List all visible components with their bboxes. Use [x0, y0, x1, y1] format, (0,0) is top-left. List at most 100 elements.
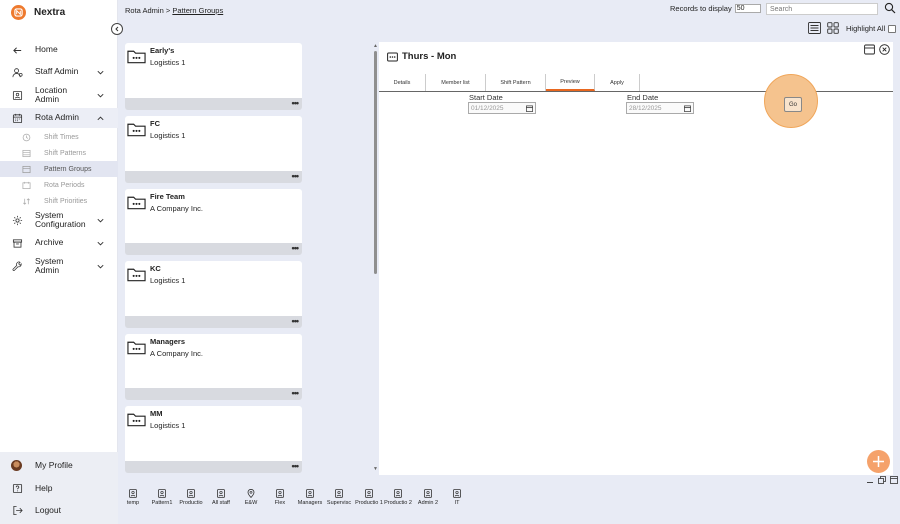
badge-icon — [365, 489, 373, 498]
tab-preview[interactable]: Preview — [546, 74, 595, 91]
card-footer: ••• — [125, 461, 302, 473]
tray-label: All staff — [212, 500, 230, 506]
tray-label: Productio 2 — [384, 500, 412, 506]
records-input[interactable]: 50 — [734, 4, 761, 13]
chevron-down-icon — [97, 264, 104, 268]
start-date-label: Start Date — [469, 93, 503, 102]
tray-item[interactable]: Managers — [295, 489, 325, 507]
sidebar-subitem-shift-times[interactable]: Shift Times — [0, 129, 118, 145]
card-name: Managers — [150, 337, 186, 346]
restore-icon[interactable] — [878, 476, 886, 484]
badge-icon — [453, 489, 461, 498]
tab-member-list[interactable]: Member list — [426, 74, 486, 91]
tray-item[interactable]: temp — [118, 489, 148, 507]
sidebar-subitem-rota-periods[interactable]: Rota Periods — [0, 177, 118, 193]
gear-icon — [12, 215, 23, 225]
scrollbar-thumb[interactable] — [374, 51, 377, 274]
tray-item[interactable]: IT — [442, 489, 472, 507]
breadcrumb: Rota Admin > Pattern Groups — [125, 6, 223, 15]
card-name: Early's — [150, 46, 175, 55]
add-button[interactable] — [867, 450, 890, 473]
sidebar-subitem-pattern-groups[interactable]: Pattern Groups — [0, 161, 118, 177]
nextra-logo-icon — [11, 5, 26, 20]
sidebar-item-staff-admin[interactable]: Staff Admin — [0, 65, 118, 79]
search-input[interactable]: Search — [766, 3, 878, 15]
breadcrumb-root[interactable]: Rota Admin — [125, 6, 164, 15]
card-menu-button[interactable]: ••• — [292, 99, 300, 108]
sidebar-item-label: Rota Admin — [35, 112, 79, 123]
card-company: Logistics 1 — [150, 421, 186, 430]
tray-item[interactable]: Productio 2 — [383, 489, 413, 507]
tab-label: Preview — [560, 78, 580, 85]
sort-icon — [23, 197, 30, 205]
sidebar-item-logout[interactable]: Logout — [0, 503, 118, 518]
sidebar-collapse-button[interactable] — [111, 23, 123, 35]
records-to-display: Records to display 50 — [670, 4, 761, 13]
tray-label: Managers — [297, 500, 323, 506]
card-menu-button[interactable]: ••• — [292, 462, 300, 471]
tray-item[interactable]: Productio — [176, 489, 206, 507]
tray-item[interactable]: Flex — [265, 489, 295, 507]
window-icon[interactable] — [890, 476, 898, 484]
card-company: Logistics 1 — [150, 131, 186, 140]
list-view-icon[interactable] — [808, 22, 821, 34]
clock-icon — [22, 133, 31, 141]
maximize-icon[interactable] — [864, 44, 875, 55]
tray-item[interactable]: Admin 2 — [413, 489, 443, 507]
search-icon[interactable] — [884, 2, 896, 14]
calendar-icon[interactable] — [526, 105, 533, 112]
tray-item[interactable]: Supervisc — [324, 489, 354, 507]
badge-icon — [306, 489, 314, 498]
grid-view-icon[interactable] — [827, 22, 839, 34]
close-icon[interactable] — [879, 44, 890, 55]
badge-icon — [187, 489, 195, 498]
start-date-input[interactable]: 01/12/2025 — [468, 102, 536, 114]
sidebar-item-my-profile[interactable]: My Profile — [0, 458, 118, 473]
scroll-down-icon[interactable]: ▼ — [373, 466, 378, 472]
go-button[interactable]: Go — [784, 97, 802, 112]
sidebar-item-system-configuration[interactable]: System Configuration — [0, 210, 118, 230]
wrench-icon — [12, 261, 22, 271]
tab-apply[interactable]: Apply — [595, 74, 640, 91]
card-menu-button[interactable]: ••• — [292, 317, 300, 326]
breadcrumb-current[interactable]: Pattern Groups — [172, 6, 223, 15]
highlight-all-checkbox[interactable] — [888, 24, 897, 33]
folder-icon — [127, 341, 146, 355]
card-footer: ••• — [125, 243, 302, 255]
group-icon — [22, 165, 31, 173]
scroll-up-icon[interactable]: ▲ — [373, 43, 378, 49]
card-menu-button[interactable]: ••• — [292, 172, 300, 181]
tray-item[interactable]: All staff — [206, 489, 236, 507]
minimize-icon[interactable] — [866, 476, 874, 484]
brand[interactable]: Nextra — [11, 5, 65, 20]
sidebar-item-help[interactable]: Help — [0, 481, 118, 496]
panel-tabs: Details Member list Shift Pattern Previe… — [379, 74, 893, 92]
pattern-icon — [22, 149, 31, 157]
sidebar-item-archive[interactable]: Archive — [0, 236, 118, 250]
sidebar-subitem-label: Shift Patterns — [44, 149, 87, 157]
sidebar-item-home[interactable]: Home — [0, 43, 118, 57]
tray-item[interactable]: Pattern1 — [147, 489, 177, 507]
tray-item[interactable]: Productio 1 — [354, 489, 384, 507]
sidebar-subitem-shift-priorities[interactable]: Shift Priorities — [0, 193, 118, 209]
card-company: A Company Inc. — [150, 349, 203, 358]
highlight-all: Highlight All — [846, 24, 897, 33]
tray-item[interactable]: E&W — [236, 489, 266, 507]
archive-icon — [12, 238, 23, 248]
card-company: A Company Inc. — [150, 204, 203, 213]
sidebar-subitem-shift-patterns[interactable]: Shift Patterns — [0, 145, 118, 161]
sidebar-item-rota-admin[interactable]: Rota Admin — [0, 108, 118, 128]
end-date-value: 28/12/2025 — [629, 105, 662, 112]
sidebar-item-label: Archive — [35, 237, 64, 248]
app-name: Nextra — [34, 7, 66, 18]
tab-shift-pattern[interactable]: Shift Pattern — [486, 74, 546, 91]
records-label: Records to display — [670, 4, 732, 13]
card-menu-button[interactable]: ••• — [292, 389, 300, 398]
calendar-icon[interactable] — [684, 105, 691, 112]
card-menu-button[interactable]: ••• — [292, 244, 300, 253]
sidebar-item-location-admin[interactable]: Location Admin — [0, 84, 118, 106]
chevron-down-icon — [97, 218, 104, 222]
tab-details[interactable]: Details — [379, 74, 426, 91]
end-date-input[interactable]: 28/12/2025 — [626, 102, 694, 114]
sidebar-item-system-admin[interactable]: System Admin — [0, 255, 118, 277]
